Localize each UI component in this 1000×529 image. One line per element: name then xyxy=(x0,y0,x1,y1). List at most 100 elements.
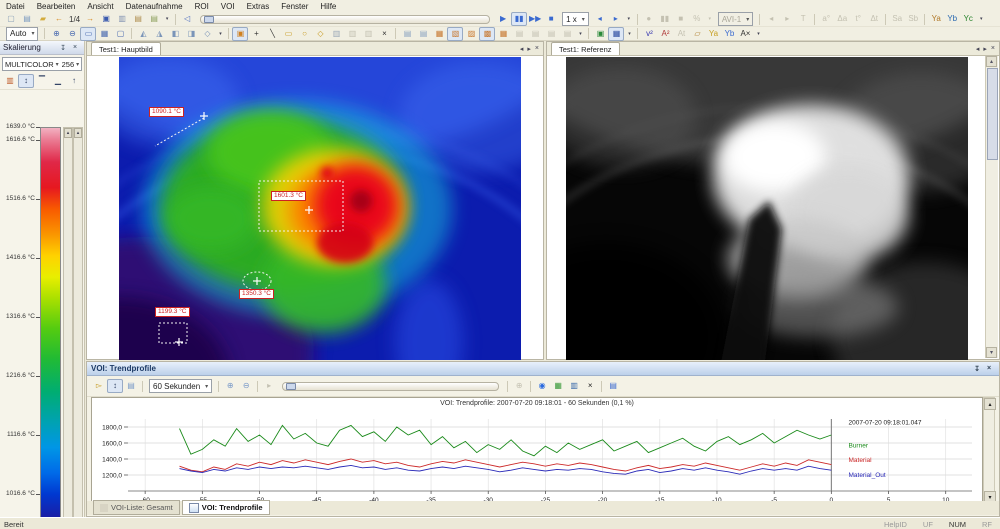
palette-select[interactable]: MULTICOLOR ▾ 256 ▾ xyxy=(2,57,82,71)
playback-options-dropdown[interactable]: ▾ xyxy=(624,12,634,26)
rotate-left-icon[interactable]: ◭ xyxy=(135,27,151,41)
visibility-icon[interactable]: ◉ xyxy=(534,379,550,393)
trend-a-icon[interactable]: Ya xyxy=(705,27,721,41)
zoom-in-icon[interactable]: ⊕ xyxy=(48,27,64,41)
avi-select[interactable]: AVI-1▾ xyxy=(718,12,753,26)
save-icon[interactable]: ▣ xyxy=(98,12,114,26)
roi-mask-icon[interactable]: ▩ xyxy=(479,27,495,41)
profile-settings-icon[interactable]: ▤ xyxy=(123,379,139,393)
menu-item-datenaufnahme[interactable]: Datenaufnahme xyxy=(120,2,189,11)
menu-item-hilfe[interactable]: Hilfe xyxy=(314,2,342,11)
average-dropdown[interactable]: ▾ xyxy=(976,12,986,26)
roi-out-icon[interactable]: ▨ xyxy=(463,27,479,41)
slider-thumb[interactable] xyxy=(286,383,296,390)
spin-up-icon[interactable]: ▴ xyxy=(74,128,82,138)
tab-voi-trendprofile[interactable]: VOI: Trendprofile xyxy=(182,500,270,515)
measure-point-icon[interactable]: + xyxy=(248,27,264,41)
menu-item-extras[interactable]: Extras xyxy=(241,2,276,11)
slider-thumb[interactable] xyxy=(204,16,214,23)
abs-time-icon[interactable]: t° xyxy=(850,12,866,26)
tab-voi-liste[interactable]: VOI-Liste: Gesamt xyxy=(93,500,180,515)
prev-image-icon[interactable]: ← xyxy=(51,12,67,26)
scroll-thumb[interactable] xyxy=(987,68,998,160)
voi-grid-icon[interactable]: ▦ xyxy=(608,27,624,41)
abs-temp-icon[interactable]: a° xyxy=(818,12,834,26)
menu-item-fenster[interactable]: Fenster xyxy=(275,2,314,11)
view-options-dropdown[interactable]: ▾ xyxy=(215,27,225,41)
scale-mode-select[interactable]: Auto▾ xyxy=(6,27,38,41)
pan-icon[interactable]: ◇ xyxy=(199,27,215,41)
search-icon[interactable]: ⊕ xyxy=(511,379,527,393)
menu-item-voi[interactable]: VOI xyxy=(215,2,241,11)
measurement-label[interactable]: 1350.3 °C xyxy=(239,289,274,299)
zoom-time-in-icon[interactable]: ⊕ xyxy=(222,379,238,393)
roi-in-icon[interactable]: ▧ xyxy=(447,27,463,41)
trend-position-slider[interactable] xyxy=(282,382,499,391)
average-b-icon[interactable]: Yb xyxy=(944,12,960,26)
zoom-out-icon[interactable]: ⊖ xyxy=(64,27,80,41)
export-trend-icon[interactable]: ▤ xyxy=(605,379,621,393)
record-pause-icon[interactable]: ▮▮ xyxy=(657,12,673,26)
auto-range-icon[interactable]: ↕ xyxy=(107,379,123,393)
next-image-icon[interactable]: → xyxy=(82,12,98,26)
measurement-label[interactable]: 1090.1 °C xyxy=(149,107,184,117)
lower-limit-spinner[interactable]: ▴ ▾ xyxy=(73,127,83,529)
audio-icon[interactable]: ◁ xyxy=(179,12,195,26)
rotate-right-icon[interactable]: ◮ xyxy=(151,27,167,41)
upper-limit-spinner[interactable]: ▴ ▾ xyxy=(63,127,73,529)
roi-edit-icon[interactable]: ▤ xyxy=(399,27,415,41)
interval-select[interactable]: 60 Sekunden▾ xyxy=(149,379,212,393)
measurement-label[interactable]: 1199.3 °C xyxy=(155,307,190,317)
roi-select-icon[interactable]: ▣ xyxy=(232,27,248,41)
text-overlay-icon[interactable]: T xyxy=(795,12,811,26)
scroll-down-icon[interactable]: ▾ xyxy=(986,347,997,358)
annotate-icon[interactable]: ▱ xyxy=(689,27,705,41)
fast-forward-icon[interactable]: ▶▶ xyxy=(527,12,543,26)
close-icon[interactable]: × xyxy=(983,363,995,375)
diff-time-icon[interactable]: Δt xyxy=(866,12,882,26)
roi-stat-b-icon[interactable]: ▤ xyxy=(527,27,543,41)
playback-speed-select[interactable]: 1 x▾ xyxy=(562,12,589,26)
roi-delete-icon[interactable]: × xyxy=(376,27,392,41)
diff-temp-icon[interactable]: Δa xyxy=(834,12,850,26)
marker-prev-icon[interactable]: ◂ xyxy=(763,12,779,26)
formula-at-icon[interactable]: At xyxy=(673,27,689,41)
average-c-icon[interactable]: Yc xyxy=(960,12,976,26)
roi-dropdown[interactable]: ▾ xyxy=(575,27,585,41)
record-percent-icon[interactable]: % xyxy=(689,12,705,26)
copy-image-icon[interactable]: ▥ xyxy=(114,12,130,26)
pin-icon[interactable]: ↧ xyxy=(971,363,983,375)
zoom-time-out-icon[interactable]: ⊖ xyxy=(238,379,254,393)
record-icon[interactable]: ● xyxy=(641,12,657,26)
roi-link-icon[interactable]: ▦ xyxy=(431,27,447,41)
sequence-position-slider[interactable] xyxy=(200,15,490,24)
scroll-up-icon[interactable]: ▴ xyxy=(984,398,996,410)
menu-item-ansicht[interactable]: Ansicht xyxy=(81,2,119,11)
color-scale-gradient[interactable] xyxy=(40,127,61,529)
trend-delete-icon[interactable]: A× xyxy=(737,27,753,41)
trend-dropdown[interactable]: ▾ xyxy=(753,27,763,41)
subtract-a-icon[interactable]: Sa xyxy=(889,12,905,26)
cursor-icon[interactable]: ▸ xyxy=(261,379,277,393)
thermal-image[interactable]: 1090.1 °C 1601.3 °C 1350.3 °C 1199.3 °C xyxy=(119,57,521,360)
menu-item-bearbeiten[interactable]: Bearbeiten xyxy=(31,2,82,11)
tab-next-icon[interactable]: ▸ xyxy=(525,45,533,53)
average-a-icon[interactable]: Ya xyxy=(928,12,944,26)
delete-trend-icon[interactable]: × xyxy=(582,379,598,393)
roi-stat-c-icon[interactable]: ▤ xyxy=(543,27,559,41)
tab-prev-icon[interactable]: ◂ xyxy=(974,45,982,53)
open-folder-icon[interactable]: ▰ xyxy=(35,12,51,26)
export-image-icon[interactable]: ▤ xyxy=(130,12,146,26)
marker-next-icon[interactable]: ▸ xyxy=(779,12,795,26)
roi-rectangle-icon[interactable]: ▭ xyxy=(280,27,296,41)
scroll-up-icon[interactable]: ▴ xyxy=(986,56,997,67)
snapshot-options-dropdown[interactable]: ▾ xyxy=(162,12,172,26)
roi-ellipse-icon[interactable]: ○ xyxy=(296,27,312,41)
measure-line-icon[interactable]: ╲ xyxy=(264,27,280,41)
snapshot-icon[interactable]: ▤ xyxy=(146,12,162,26)
menu-item-roi[interactable]: ROI xyxy=(189,2,215,11)
formula-a2-icon[interactable]: A² xyxy=(657,27,673,41)
spin-up-icon[interactable]: ▴ xyxy=(64,128,72,138)
roi-duplicate-icon[interactable]: ▥ xyxy=(360,27,376,41)
formula-v2-icon[interactable]: v² xyxy=(641,27,657,41)
